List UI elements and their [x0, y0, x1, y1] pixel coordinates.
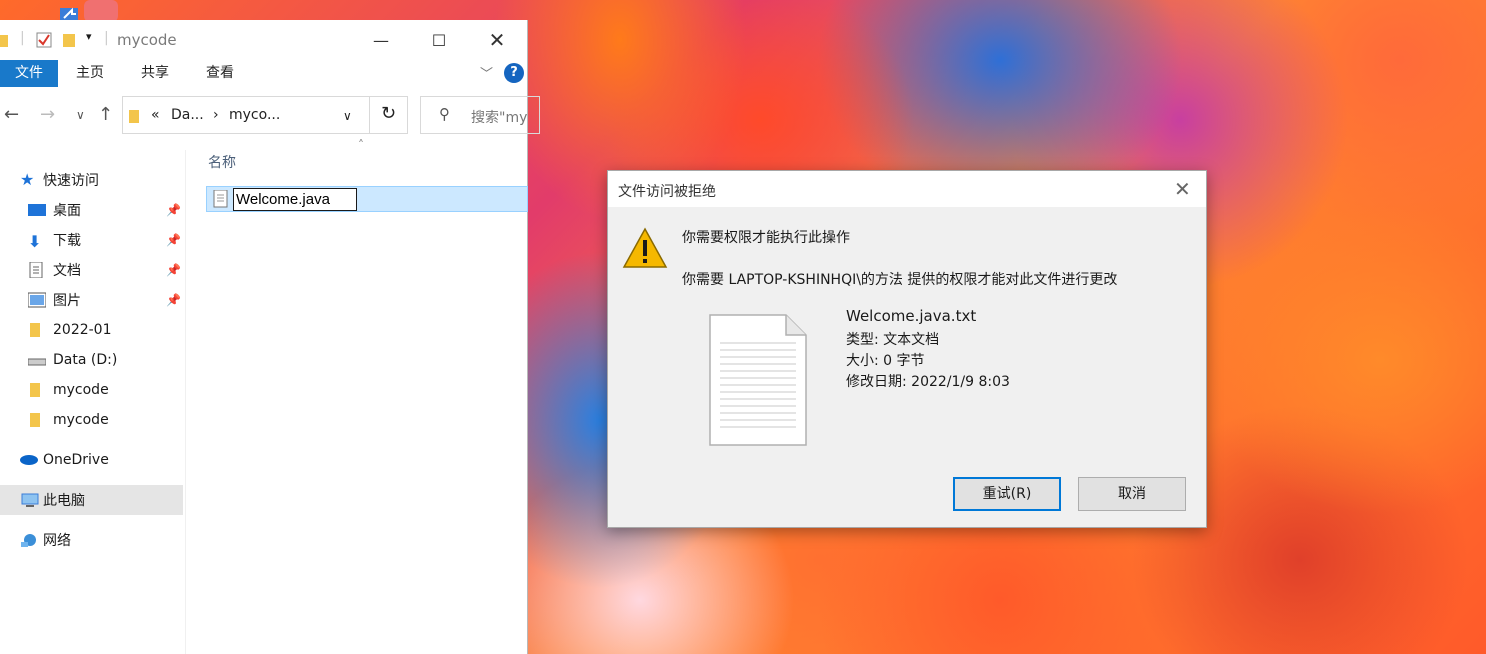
- rename-input[interactable]: [233, 188, 357, 211]
- desktop-icon: [28, 202, 46, 218]
- nav-item-downloads[interactable]: ⬇ 下载 📌: [0, 225, 183, 255]
- separator: |: [20, 30, 25, 46]
- tab-home[interactable]: 主页: [62, 60, 118, 87]
- star-icon: ★: [20, 170, 35, 189]
- nav-item-folder-2022-01[interactable]: 2022-01: [0, 315, 183, 345]
- search-icon: ⚲: [439, 105, 450, 123]
- computer-icon: [20, 492, 39, 508]
- file-type: 类型: 文本文档: [846, 332, 940, 348]
- nav-item-label: 下载: [53, 233, 81, 249]
- folder-icon: [28, 412, 46, 428]
- tab-share[interactable]: 共享: [127, 60, 183, 87]
- sort-ascending-icon: ˄: [358, 138, 364, 152]
- up-arrow-icon[interactable]: ↑: [98, 104, 113, 125]
- tab-view[interactable]: 查看: [192, 60, 248, 87]
- desktop-shortcut-icon[interactable]: [58, 0, 120, 22]
- document-icon: [28, 261, 46, 279]
- pin-icon: 📌: [166, 263, 181, 277]
- new-folder-icon[interactable]: [62, 32, 76, 52]
- pictures-icon: [27, 292, 47, 308]
- close-icon[interactable]: ✕: [1174, 177, 1191, 201]
- tab-file[interactable]: 文件: [0, 60, 58, 87]
- address-box[interactable]: « Da... › myco... ∨ ↻: [122, 96, 408, 134]
- help-icon[interactable]: ?: [504, 63, 524, 83]
- nav-item-documents[interactable]: 文档 📌: [0, 255, 183, 285]
- dialog-titlebar: 文件访问被拒绝 ✕: [608, 171, 1206, 207]
- download-icon: ⬇: [28, 232, 42, 251]
- separator: [369, 97, 370, 133]
- nav-item-label: 图片: [53, 293, 81, 309]
- nav-item-label: OneDrive: [43, 452, 109, 468]
- primary-message: 你需要权限才能执行此操作: [682, 230, 850, 246]
- nav-item-label: Data (D:): [53, 352, 118, 368]
- breadcrumb-item[interactable]: myco...: [229, 107, 280, 123]
- nav-item-folder-mycode[interactable]: mycode: [0, 375, 183, 405]
- access-denied-dialog: 文件访问被拒绝 ✕ 你需要权限才能执行此操作 你需要 LAPTOP-KSHINH…: [607, 170, 1207, 528]
- nav-item-network[interactable]: 网络: [0, 525, 183, 555]
- nav-item-label: mycode: [53, 382, 109, 398]
- search-placeholder: 搜索"my: [471, 110, 528, 126]
- text-file-icon: [213, 189, 229, 212]
- navigation-pane: ★ 快速访问 桌面 📌 ⬇ 下载 📌 文档 📌 图片 📌 2022-01 Dat…: [0, 150, 186, 654]
- nav-item-quick-access[interactable]: ★ 快速访问: [0, 165, 183, 195]
- onedrive-icon: [18, 452, 38, 468]
- pin-icon: 📌: [166, 293, 181, 307]
- secondary-message: 你需要 LAPTOP-KSHINHQI\的方法 提供的权限才能对此文件进行更改: [682, 272, 1118, 288]
- refresh-icon[interactable]: ↻: [381, 103, 396, 124]
- file-modified: 修改日期: 2022/1/9 8:03: [846, 374, 1010, 390]
- nav-item-label: 文档: [53, 263, 81, 279]
- nav-item-label: 桌面: [53, 203, 81, 219]
- file-list: ˄ 名称: [190, 138, 528, 654]
- close-button[interactable]: ✕: [474, 20, 520, 60]
- folder-icon: [28, 382, 46, 398]
- text-document-icon: [708, 313, 808, 451]
- nav-item-this-pc[interactable]: 此电脑: [0, 485, 183, 515]
- quick-access-dropdown-icon[interactable]: ▾: [86, 30, 92, 43]
- nav-item-folder-mycode[interactable]: mycode: [0, 405, 183, 435]
- nav-item-label: 网络: [43, 533, 71, 549]
- network-icon: [20, 532, 38, 548]
- cancel-button[interactable]: 取消: [1078, 477, 1186, 511]
- nav-item-pictures[interactable]: 图片 📌: [0, 285, 183, 315]
- folder-icon: [0, 32, 10, 52]
- forward-arrow-icon[interactable]: →: [40, 104, 55, 125]
- minimize-button[interactable]: —: [358, 20, 404, 60]
- recent-locations-chevron-icon[interactable]: ∨: [76, 108, 85, 122]
- nav-item-desktop[interactable]: 桌面 📌: [0, 195, 183, 225]
- separator: |: [104, 30, 109, 46]
- drive-icon: [27, 352, 47, 368]
- nav-item-label: 快速访问: [43, 173, 99, 189]
- explorer-titlebar: | ▾ | mycode — ☐ ✕: [0, 20, 527, 60]
- search-input[interactable]: ⚲ 搜索"my: [420, 96, 540, 134]
- file-size: 大小: 0 字节: [846, 353, 925, 369]
- address-bar-row: ← → ∨ ↑ « Da... › myco... ∨ ↻ ⚲ 搜索"my: [0, 96, 540, 136]
- ribbon-tabs: 文件 主页 共享 查看 ﹀ ?: [0, 60, 528, 88]
- maximize-button[interactable]: ☐: [416, 20, 462, 60]
- nav-item-drive-d[interactable]: Data (D:): [0, 345, 183, 375]
- ribbon-expand-chevron-icon[interactable]: ﹀: [480, 63, 493, 82]
- breadcrumb-separator[interactable]: ›: [213, 107, 219, 123]
- dialog-title: 文件访问被拒绝: [618, 184, 716, 200]
- column-header-name[interactable]: 名称: [208, 152, 236, 172]
- nav-item-onedrive[interactable]: OneDrive: [0, 445, 183, 475]
- properties-checkbox-icon[interactable]: [36, 32, 52, 52]
- file-explorer-window: | ▾ | mycode — ☐ ✕ 文件 主页 共享 查看 ﹀ ? ← → ∨…: [0, 20, 540, 654]
- nav-item-label: 2022-01: [53, 322, 112, 338]
- window-title: mycode: [117, 31, 177, 49]
- nav-item-label: mycode: [53, 412, 109, 428]
- retry-button[interactable]: 重试(R): [953, 477, 1061, 511]
- folder-icon: [28, 322, 46, 338]
- folder-icon: [129, 108, 141, 128]
- address-dropdown-chevron-icon[interactable]: ∨: [343, 109, 352, 123]
- file-name: Welcome.java.txt: [846, 307, 977, 325]
- warning-icon: [622, 227, 668, 273]
- back-arrow-icon[interactable]: ←: [4, 104, 19, 125]
- breadcrumb-item[interactable]: Da...: [171, 107, 204, 123]
- pin-icon: 📌: [166, 233, 181, 247]
- nav-item-label: 此电脑: [43, 493, 85, 509]
- breadcrumb-overflow[interactable]: «: [151, 107, 160, 123]
- pin-icon: 📌: [166, 203, 181, 217]
- file-row[interactable]: [206, 186, 528, 212]
